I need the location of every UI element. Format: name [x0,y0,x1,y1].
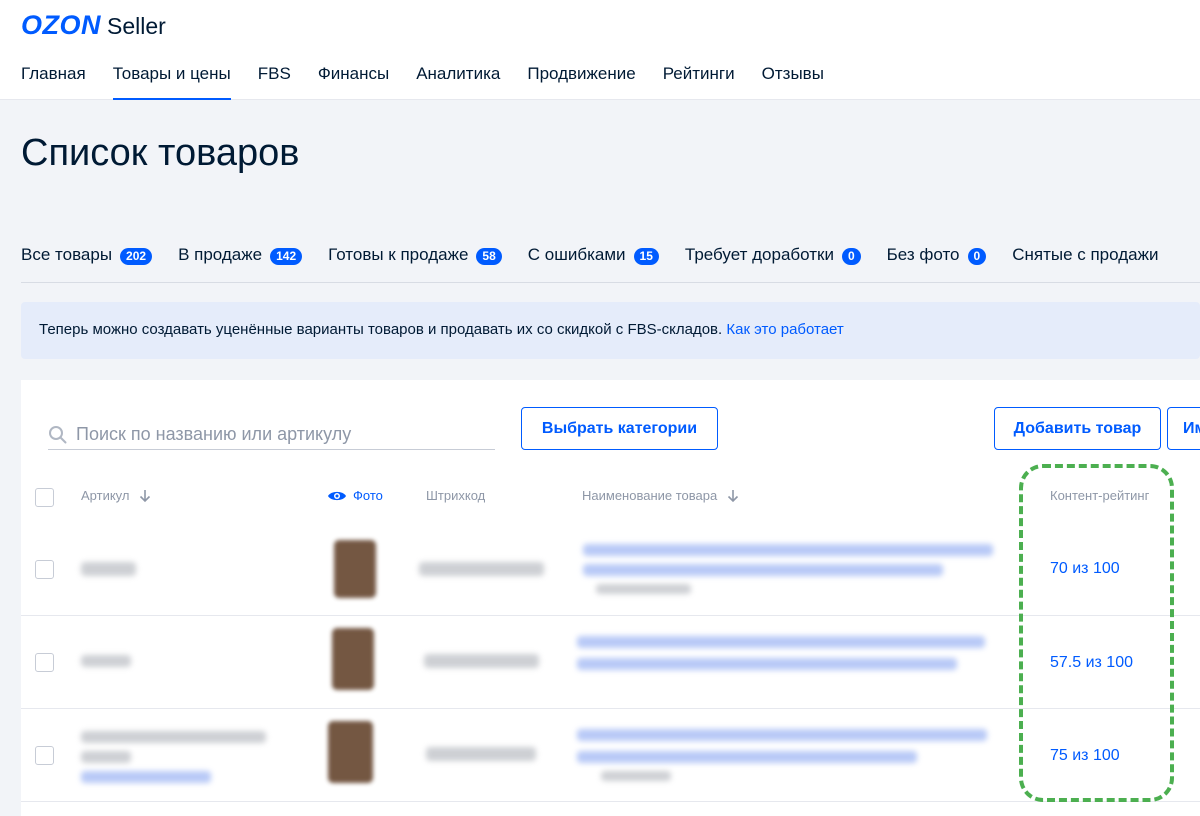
nav-item-ratings[interactable]: Рейтинги [663,64,735,100]
column-article-label: Артикул [81,488,130,503]
tab-label: Без фото [886,245,960,264]
arrow-down-icon [728,489,739,502]
redacted-product-name[interactable] [577,751,917,763]
main-navigation: Главная Товары и цены FBS Финансы Аналит… [21,64,824,100]
redacted-barcode [424,654,539,668]
column-barcode-label: Штрихкод [426,488,486,503]
nav-item-products-prices[interactable]: Товары и цены [112,64,231,100]
status-tabs: Все товары 202 В продаже 142 Готовы к пр… [21,245,1200,283]
product-photo[interactable] [334,540,376,598]
nav-item-reviews[interactable]: Отзывы [762,64,824,100]
tab-removed-from-sale[interactable]: Снятые с продажи [1012,245,1159,282]
product-photo[interactable] [328,721,373,783]
search-field [48,420,495,450]
tab-label: Готовы к продаже [328,245,469,264]
column-barcode: Штрихкод [426,488,485,503]
info-banner-text: Теперь можно создавать уценённые вариант… [39,321,723,338]
ozon-seller-logo[interactable]: OZON Seller [21,10,166,41]
redacted-barcode [426,747,536,761]
how-it-works-link[interactable]: Как это работает [726,321,843,338]
redacted-product-meta [596,584,691,594]
column-product-name[interactable]: Наименование товара [582,488,739,503]
tab-on-sale[interactable]: В продаже 142 [178,245,303,282]
column-article[interactable]: Артикул [81,488,151,503]
nav-item-analytics[interactable]: Аналитика [416,64,500,100]
tab-label: Все товары [21,245,113,264]
tab-label: С ошибками [527,245,626,264]
redacted-article [81,731,266,743]
table-header: Артикул Фото Штрихкод Наименование товар… [21,480,1200,530]
eye-icon [328,491,346,500]
product-photo[interactable] [332,628,374,690]
tab-label: Требует доработки [684,245,834,264]
row-checkbox[interactable] [35,653,54,672]
arrow-down-icon [140,489,151,502]
redacted-article [81,562,136,576]
count-badge: 15 [633,248,659,265]
nav-item-home[interactable]: Главная [21,64,86,100]
count-badge: 0 [967,248,987,265]
search-icon [48,422,76,448]
products-panel: Выбрать категории Добавить товар Им Арти… [21,380,1200,816]
nav-item-promotion[interactable]: Продвижение [527,64,635,100]
column-photo-label: Фото [353,488,383,503]
content-rating-value[interactable]: 70 из 100 [1050,560,1120,578]
column-photo[interactable]: Фото [327,488,383,503]
tab-with-errors[interactable]: С ошибками 15 [527,245,659,282]
top-header: OZON Seller Главная Товары и цены FBS Фи… [0,0,1200,100]
info-banner: Теперь можно создавать уценённые вариант… [21,302,1200,359]
row-checkbox[interactable] [35,560,54,579]
redacted-product-name[interactable] [577,636,985,648]
redacted-article [81,751,131,763]
tab-ready-for-sale[interactable]: Готовы к продаже 58 [328,245,502,282]
select-all-checkbox[interactable] [35,488,54,507]
redacted-product-name[interactable] [577,658,957,670]
count-badge: 202 [120,248,153,265]
logo-seller-text: Seller [107,13,166,39]
column-content-rating-label: Контент-рейтинг [1050,488,1150,503]
tab-no-photo[interactable]: Без фото 0 [886,245,987,282]
count-badge: 142 [270,248,303,265]
count-badge: 0 [841,248,861,265]
content-rating-value[interactable]: 75 из 100 [1050,747,1120,765]
redacted-article [81,655,131,667]
search-input[interactable] [76,424,486,445]
count-badge: 58 [476,248,502,265]
redacted-product-name[interactable] [577,729,987,741]
redacted-product-name[interactable] [583,564,943,576]
table-row[interactable]: 75 из 100 [21,709,1200,802]
redacted-barcode [419,562,544,576]
column-content-rating: Контент-рейтинг [1050,488,1149,503]
redacted-product-meta [601,771,671,781]
nav-item-finance[interactable]: Финансы [318,64,389,100]
page-title: Список товаров [21,132,300,174]
column-product-name-label: Наименование товара [582,488,718,503]
tab-label: Снятые с продажи [1012,245,1159,264]
logo-ozon-text: OZON [21,10,101,40]
add-product-button[interactable]: Добавить товар [994,407,1161,450]
tab-all-products[interactable]: Все товары 202 [21,245,153,282]
row-checkbox[interactable] [35,746,54,765]
redacted-product-name[interactable] [583,544,993,556]
select-categories-button[interactable]: Выбрать категории [521,407,718,450]
tab-needs-revision[interactable]: Требует доработки 0 [684,245,861,282]
nav-item-fbs[interactable]: FBS [258,64,291,100]
redacted-article-link[interactable] [81,771,211,783]
tab-label: В продаже [178,245,263,264]
table-row[interactable]: 70 из 100 [21,530,1200,616]
table-row[interactable]: 57.5 из 100 [21,616,1200,709]
content-rating-value[interactable]: 57.5 из 100 [1050,654,1133,672]
import-button[interactable]: Им [1167,407,1200,450]
